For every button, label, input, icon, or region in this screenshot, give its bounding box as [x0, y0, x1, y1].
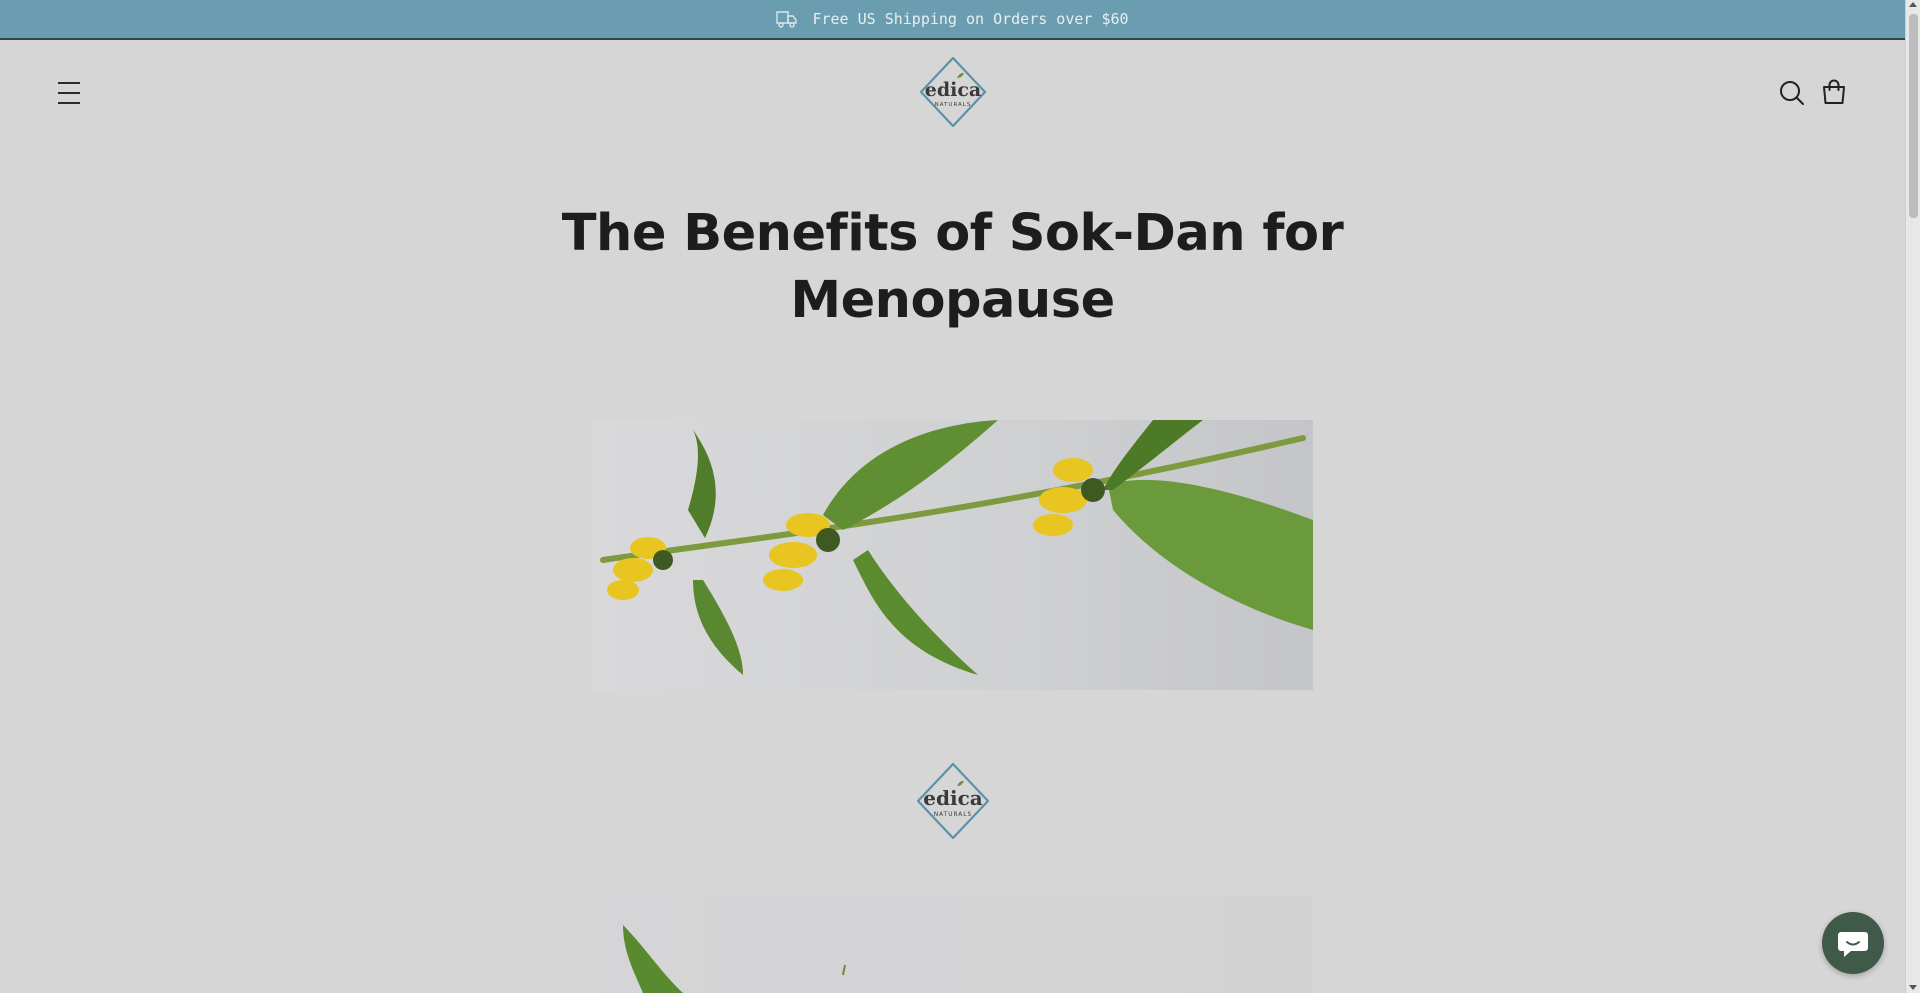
- announcement-text: Free US Shipping on Orders over $60: [812, 10, 1129, 28]
- svg-text:edica: edica: [925, 79, 981, 101]
- scroll-down-arrow-icon[interactable]: [1909, 985, 1917, 990]
- brand-logo-secondary: edica NATURALS: [914, 762, 992, 840]
- sok-dan-flower-image: [593, 420, 1313, 690]
- brand-logo[interactable]: edica NATURALS: [917, 56, 989, 128]
- page-scrollbar[interactable]: [1905, 0, 1920, 993]
- chat-bubble-icon[interactable]: [1822, 912, 1884, 974]
- article-title: The Benefits of Sok-Dan for Menopause: [561, 204, 1344, 330]
- svg-text:NATURALS: NATURALS: [934, 812, 972, 818]
- site-header: edica NATURALS: [0, 42, 1905, 142]
- truck-icon: [776, 9, 798, 29]
- sok-dan-leaf-image: [593, 895, 1313, 993]
- svg-text:edica: edica: [923, 786, 982, 810]
- hamburger-menu-icon[interactable]: [56, 82, 84, 104]
- announcement-bar: Free US Shipping on Orders over $60: [0, 0, 1905, 40]
- scroll-up-arrow-icon[interactable]: [1909, 2, 1917, 7]
- svg-text:NATURALS: NATURALS: [935, 102, 972, 108]
- scrollbar-thumb[interactable]: [1909, 14, 1918, 218]
- shopping-bag-icon[interactable]: [1821, 79, 1847, 105]
- search-icon[interactable]: [1779, 80, 1805, 106]
